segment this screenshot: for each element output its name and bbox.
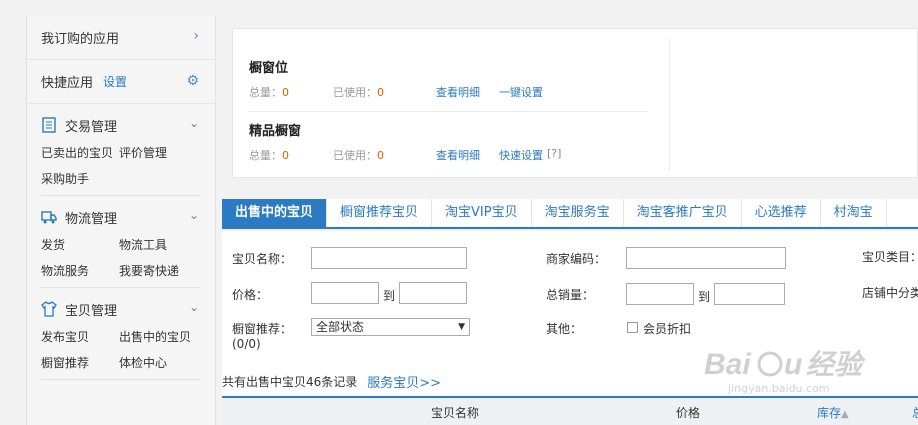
price-min-input[interactable] — [311, 282, 379, 304]
sidebar-section-trade: 交易管理 ⌄ 已卖出的宝贝 评价管理 采购助手 — [27, 104, 215, 195]
price-max-input[interactable] — [399, 282, 467, 304]
tab-village[interactable]: 村淘宝 — [821, 199, 887, 227]
tab-on-sale[interactable]: 出售中的宝贝 — [222, 199, 328, 227]
truck-icon — [41, 209, 57, 225]
window-count: (0/0) — [232, 337, 261, 351]
sidebar-section-items: 宝贝管理 ⌄ 发布宝贝 出售中的宝贝 橱窗推荐 体检中心 — [27, 288, 215, 379]
tab-vip[interactable]: 淘宝VIP宝贝 — [432, 199, 532, 227]
subscribed-apps-label: 我订购的应用 — [41, 32, 120, 47]
premium-window-title: 精品橱窗 — [249, 124, 302, 139]
used-value: 0 — [377, 86, 384, 99]
sidebar-section-title[interactable]: 宝贝管理 — [65, 300, 117, 319]
record-count: 共有出售中宝贝46条记录 — [222, 374, 358, 389]
quick-apps-row: 快捷应用 设置 ⚙ — [27, 60, 215, 104]
one-click-setup-link[interactable]: 一键设置 — [499, 84, 543, 100]
sidebar-item-send-express[interactable]: 我要寄快递 — [119, 262, 209, 279]
sidebar-item-logistics-service[interactable]: 物流服务 — [41, 262, 119, 279]
window-recommend-label: 橱窗推荐： — [232, 322, 293, 336]
quick-apps-label: 快捷应用 — [41, 76, 94, 91]
window-status-select[interactable]: 全部状态 ▼ — [311, 318, 470, 336]
premium-window-block: 精品橱窗 总量：0 已使用：0 查看明细 快速设置 [?] — [249, 120, 561, 163]
chevron-right-icon[interactable]: › — [193, 28, 199, 44]
tab-window-recommend[interactable]: 橱窗推荐宝贝 — [327, 199, 433, 227]
category-label: 宝贝类目： — [862, 250, 918, 264]
sidebar-item-window-recommend[interactable]: 橱窗推荐 — [41, 354, 119, 371]
window-status-value: 全部状态 — [316, 320, 365, 334]
sidebar-section-logistics: 物流管理 ⌄ 发货 物流工具 物流服务 我要寄快递 — [27, 196, 215, 287]
shop-category-label: 店铺中分类 — [862, 286, 918, 300]
window-slot-title: 橱窗位 — [249, 61, 289, 76]
window-summary-panel: 橱窗位 总量：0 已使用：0 查看明细 一键设置 精品橱窗 总量：0 已使用：0… — [232, 28, 918, 178]
column-item-name: 宝贝名称 — [431, 406, 480, 420]
used-label: 已使用： — [333, 149, 377, 162]
svg-text:u: u — [784, 348, 802, 381]
view-detail-link[interactable]: 查看明细 — [436, 147, 499, 163]
chevron-down-icon[interactable]: ⌄ — [189, 208, 199, 222]
sidebar-item-ship[interactable]: 发货 — [41, 236, 119, 253]
tab-service[interactable]: 淘宝服务宝 — [532, 199, 624, 227]
sidebar-section-title[interactable]: 物流管理 — [65, 208, 117, 227]
column-price: 价格 — [676, 406, 701, 420]
sidebar-item-health-center[interactable]: 体检中心 — [119, 354, 209, 371]
sales-min-input[interactable] — [626, 283, 694, 305]
item-name-input[interactable] — [311, 247, 467, 269]
svg-text:Bai: Bai — [704, 348, 751, 381]
other-label: 其他： — [546, 322, 583, 336]
gear-icon[interactable]: ⚙ — [186, 73, 199, 89]
total-sales-label: 总销量： — [546, 288, 595, 302]
shirt-icon — [41, 301, 57, 317]
document-icon — [41, 117, 57, 133]
column-stock[interactable]: 库存▲ — [817, 404, 849, 421]
used-label: 已使用： — [333, 86, 377, 99]
price-label: 价格： — [232, 288, 269, 302]
sidebar-item-purchase-assistant[interactable]: 采购助手 — [41, 170, 119, 187]
quick-apps-settings-link[interactable]: 设置 — [103, 73, 127, 90]
total-label: 总量： — [249, 149, 282, 162]
sidebar-item-sold[interactable]: 已卖出的宝贝 — [41, 144, 119, 161]
sidebar-item-reviews[interactable]: 评价管理 — [119, 144, 209, 161]
help-icon[interactable]: [?] — [547, 147, 561, 163]
table-header: 宝贝名称 价格 库存▲ 总 — [222, 396, 918, 425]
view-detail-link[interactable]: 查看明细 — [436, 84, 499, 100]
watermark-url: jingyan.baidu.com — [728, 382, 830, 395]
tab-affiliate[interactable]: 淘宝客推广宝贝 — [624, 199, 742, 227]
total-value: 0 — [282, 149, 289, 162]
price-to-label: 到 — [383, 289, 396, 303]
merchant-code-input[interactable] — [626, 247, 786, 269]
item-tabs: 出售中的宝贝 橱窗推荐宝贝 淘宝VIP宝贝 淘宝服务宝 淘宝客推广宝贝 心选推荐… — [222, 199, 918, 229]
column-total[interactable]: 总 — [912, 404, 918, 421]
item-name-label: 宝贝名称： — [232, 252, 293, 266]
quick-setup-link[interactable]: 快速设置 — [499, 147, 543, 163]
svg-text:经验: 经验 — [806, 348, 866, 381]
sales-to-label: 到 — [698, 290, 711, 304]
window-slot-block: 橱窗位 总量：0 已使用：0 查看明细 一键设置 — [249, 57, 543, 100]
member-discount-checkbox[interactable] — [627, 322, 638, 333]
total-label: 总量： — [249, 86, 282, 99]
chevron-down-icon[interactable]: ⌄ — [189, 300, 199, 314]
divider — [249, 111, 647, 112]
divider — [669, 39, 670, 171]
sort-arrow-icon: ▲ — [841, 409, 849, 420]
chevron-down-icon[interactable]: ⌄ — [189, 116, 199, 130]
service-items-link[interactable]: 服务宝贝>> — [367, 372, 441, 391]
sidebar-item-on-sale[interactable]: 出售中的宝贝 — [119, 328, 209, 345]
dropdown-arrow-icon: ▼ — [458, 322, 465, 332]
subscribed-apps-row[interactable]: 我订购的应用 › — [27, 16, 215, 60]
watermark-logo: Bai u 经验 — [702, 340, 872, 385]
sales-max-input[interactable] — [714, 283, 785, 305]
total-value: 0 — [282, 86, 289, 99]
member-discount-label: 会员折扣 — [643, 322, 692, 336]
tab-curated[interactable]: 心选推荐 — [742, 199, 821, 227]
sidebar: 我订购的应用 › 快捷应用 设置 ⚙ 交易管理 ⌄ 已卖出的宝贝 评价管理 采购… — [26, 16, 216, 425]
sidebar-section-title[interactable]: 交易管理 — [65, 116, 117, 135]
merchant-code-label: 商家编码： — [546, 252, 607, 266]
sidebar-item-logistics-tools[interactable]: 物流工具 — [119, 236, 209, 253]
divider — [41, 379, 201, 380]
used-value: 0 — [377, 149, 384, 162]
sidebar-item-publish[interactable]: 发布宝贝 — [41, 328, 119, 345]
